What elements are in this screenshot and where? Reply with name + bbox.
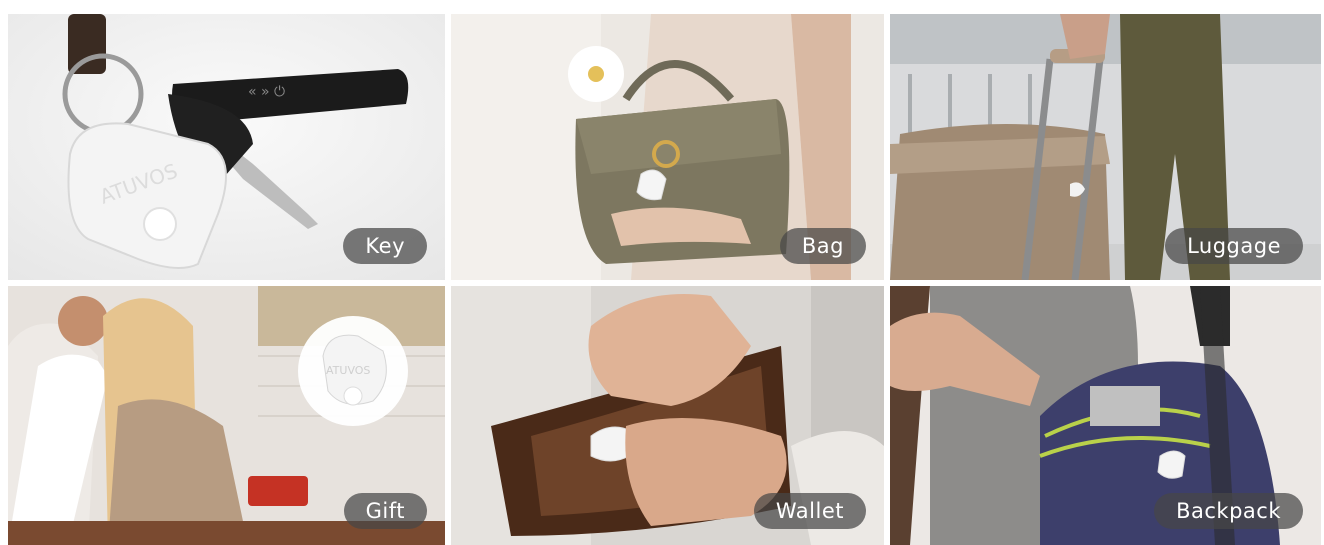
tile-label-wallet: Wallet	[753, 493, 866, 529]
tile-bag[interactable]: Bag	[451, 14, 884, 280]
tile-label-backpack: Backpack	[1154, 493, 1303, 529]
tile-backpack[interactable]: Backpack	[890, 286, 1321, 545]
use-case-grid: « » ⏻ ATUVOS Key Bag Luggage ATUVOS Gift…	[8, 14, 1321, 545]
brand-text: ATUVOS	[326, 364, 370, 377]
tile-label-luggage: Luggage	[1165, 228, 1303, 264]
tile-label-key: Key	[343, 228, 427, 264]
tile-wallet[interactable]: Wallet	[451, 286, 884, 545]
tile-key[interactable]: « » ⏻ ATUVOS Key	[8, 14, 445, 280]
flower-icon	[568, 46, 624, 102]
tile-label-bag: Bag	[779, 228, 866, 264]
tile-label-gift: Gift	[343, 493, 427, 529]
tile-gift[interactable]: ATUVOS Gift	[8, 286, 445, 545]
svg-text:« » ⏻: « » ⏻	[248, 84, 285, 100]
tile-luggage[interactable]: Luggage	[890, 14, 1321, 280]
